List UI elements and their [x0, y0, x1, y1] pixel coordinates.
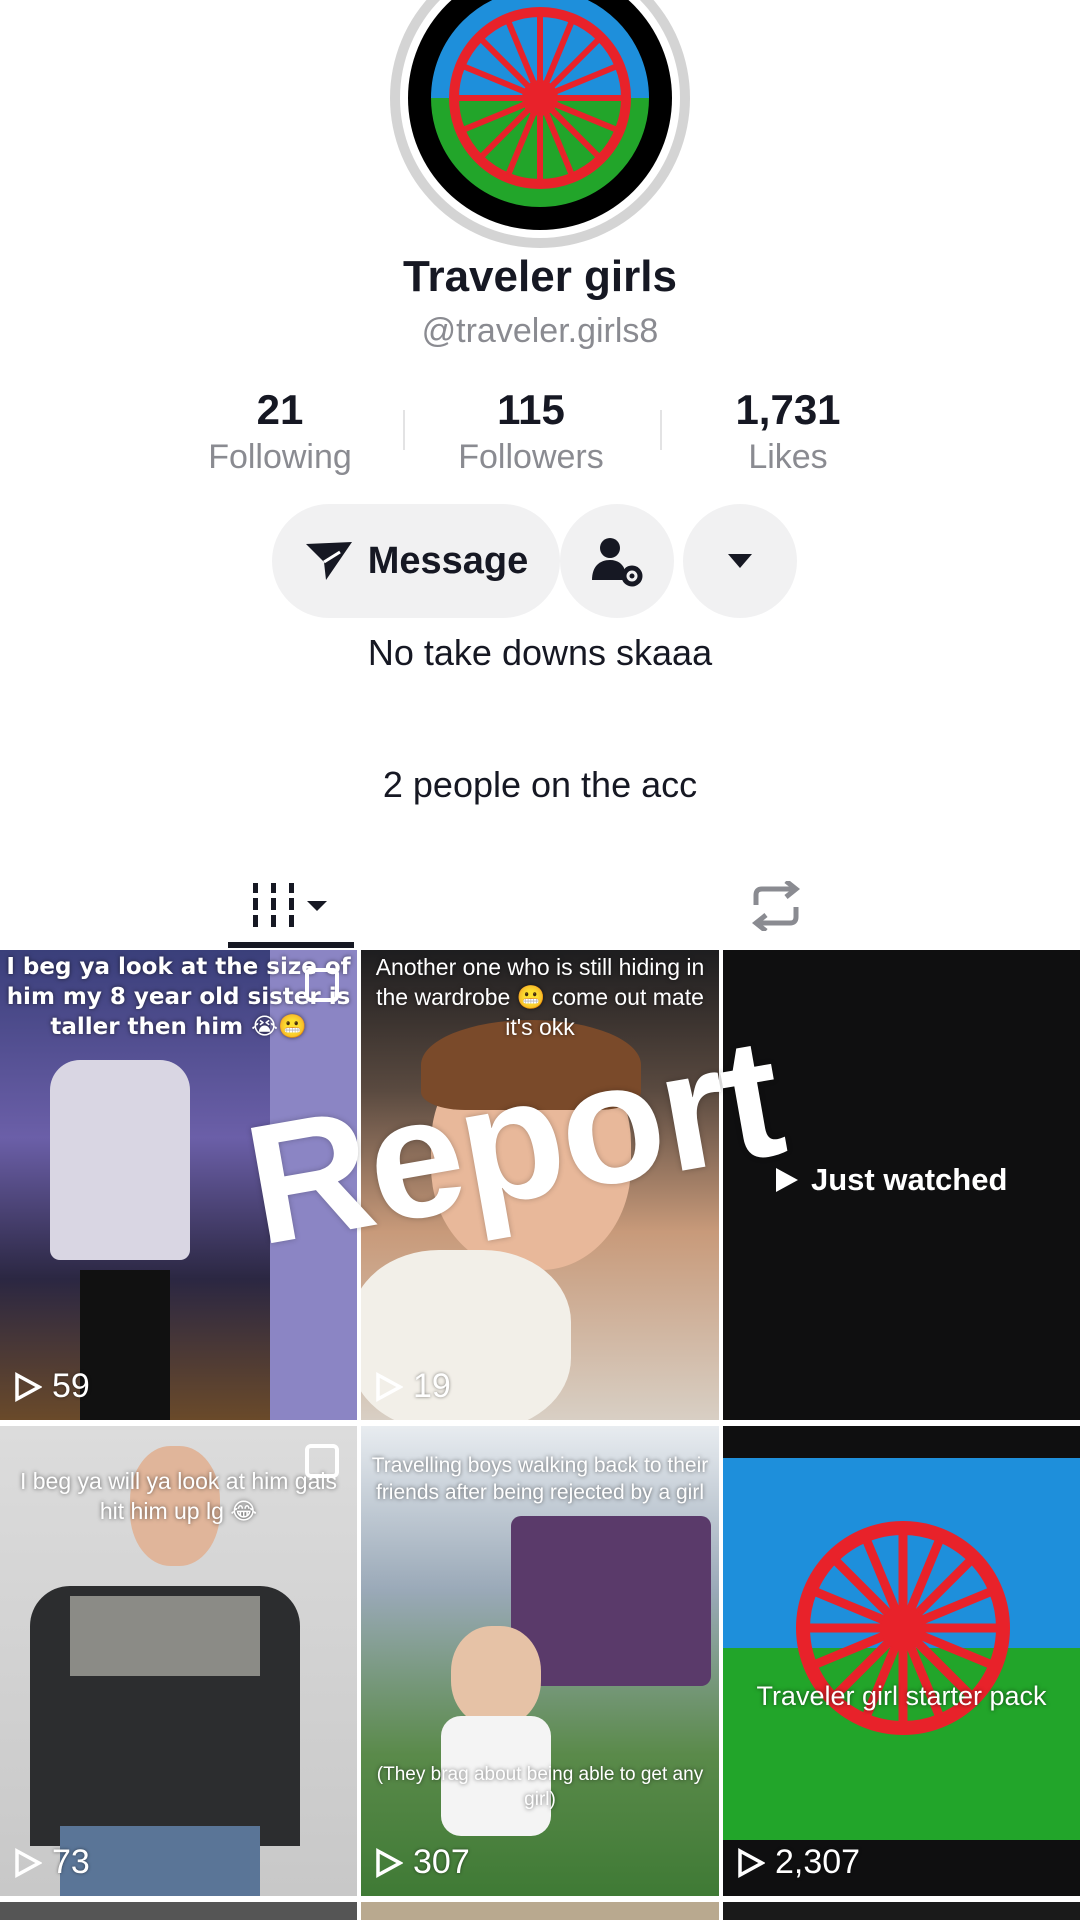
- profile-avatar[interactable]: [390, 0, 690, 248]
- stat-followers-label: Followers: [458, 438, 604, 476]
- play-icon: [15, 1371, 42, 1402]
- bio-line-2: 2 people on the acc: [382, 764, 698, 805]
- view-count: 73: [14, 1843, 90, 1882]
- videos-grid-icon: [253, 883, 327, 927]
- play-icon: [376, 1847, 403, 1878]
- thumbnail-child-face: [451, 1626, 541, 1726]
- more-options-button[interactable]: [683, 504, 797, 618]
- view-count: 59: [14, 1367, 90, 1406]
- video-thumbnail[interactable]: Travelling boys walking back to their fr…: [361, 1426, 719, 1896]
- thumbnail-jeans: [60, 1826, 260, 1896]
- play-icon: [15, 1847, 42, 1878]
- stat-divider: [660, 410, 662, 450]
- view-count-value: 73: [52, 1843, 90, 1881]
- view-count-value: 2,307: [775, 1843, 861, 1881]
- profile-display-name: Traveler girls: [403, 252, 677, 301]
- active-tab-indicator: [228, 942, 354, 948]
- stat-followers-count: 115: [497, 386, 565, 433]
- video-thumbnail[interactable]: [723, 1902, 1080, 1920]
- video-caption: Traveler girl starter pack: [756, 1681, 1047, 1711]
- view-count-value: 59: [52, 1367, 90, 1405]
- stat-divider: [403, 410, 405, 450]
- thumbnail-jacket-panel: [70, 1596, 260, 1676]
- video-caption: I beg ya will ya look at him gals hit hi…: [19, 1468, 338, 1524]
- bio-line-1: No take downs skaaa: [367, 632, 713, 673]
- just-watched-label: Just watched: [811, 1162, 1008, 1197]
- stat-likes[interactable]: 1,731 Likes: [688, 385, 888, 479]
- message-button-label: Message: [367, 539, 529, 582]
- stat-followers[interactable]: 115 Followers: [431, 385, 631, 479]
- video-thumbnail[interactable]: [0, 1902, 357, 1920]
- message-button[interactable]: Message: [272, 504, 560, 618]
- video-caption: I beg ya look at the size of him my 8 ye…: [6, 954, 351, 1040]
- thumbnail-fairground-ride: [511, 1516, 711, 1686]
- tab-reposts[interactable]: [720, 860, 832, 952]
- pinned-icon: [305, 968, 339, 1002]
- just-watched-badge: Just watched: [773, 1162, 1007, 1198]
- pinned-icon: [305, 1444, 339, 1478]
- view-count: 2,307: [737, 1843, 860, 1882]
- thumbnail-person: [80, 1270, 170, 1420]
- repost-icon: [751, 881, 801, 931]
- view-count-value: 19: [413, 1367, 451, 1405]
- thumbnail-person: [50, 1060, 190, 1260]
- stat-following-count: 21: [256, 386, 304, 433]
- play-icon: [376, 1371, 403, 1402]
- caret-down-icon: [728, 554, 752, 568]
- video-thumbnail[interactable]: I beg ya will ya look at him gals hit hi…: [0, 1426, 357, 1896]
- user-settings-icon: [592, 538, 643, 587]
- profile-handle: @traveler.girls8: [421, 312, 659, 350]
- video-caption-bottom: (They brag about being able to get any g…: [376, 1764, 704, 1810]
- video-thumbnail[interactable]: [361, 1902, 719, 1920]
- stat-likes-count: 1,731: [735, 386, 841, 433]
- video-thumbnail[interactable]: Traveler girl starter pack 2,307: [723, 1426, 1080, 1896]
- send-icon: [305, 542, 352, 580]
- stat-following[interactable]: 21 Following: [180, 385, 380, 479]
- stat-following-label: Following: [208, 438, 352, 476]
- play-icon: [738, 1847, 765, 1878]
- tab-videos[interactable]: [228, 860, 354, 952]
- romani-flag-avatar-icon: [408, 0, 672, 230]
- view-count-value: 307: [413, 1843, 470, 1881]
- follow-manage-button[interactable]: [560, 504, 674, 618]
- video-caption: Travelling boys walking back to their fr…: [371, 1454, 709, 1504]
- view-count: 19: [375, 1367, 451, 1406]
- stat-likes-label: Likes: [748, 438, 828, 476]
- view-count: 307: [375, 1843, 470, 1882]
